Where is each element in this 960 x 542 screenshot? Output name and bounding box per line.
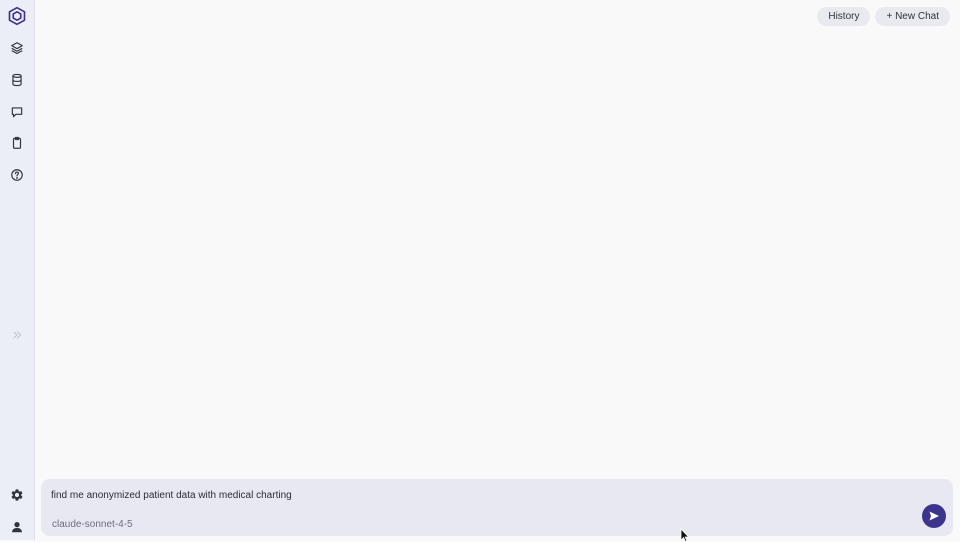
- gear-icon: [11, 489, 23, 501]
- sidebar-item-layers[interactable]: [5, 36, 29, 60]
- send-arrow-icon: [929, 511, 939, 521]
- chat-bubble-icon: [11, 107, 23, 118]
- history-button[interactable]: History: [817, 7, 871, 26]
- send-button[interactable]: [922, 504, 946, 528]
- model-selector[interactable]: claude-sonnet-4-5: [52, 519, 133, 530]
- sidebar-item-help[interactable]: [5, 163, 29, 187]
- help-circle-icon: [11, 169, 23, 181]
- sidebar-item-chat[interactable]: [5, 100, 29, 124]
- account-button[interactable]: [5, 515, 29, 539]
- expand-sidebar-button[interactable]: [5, 323, 29, 347]
- cube-logo-icon: [8, 6, 26, 26]
- clipboard-icon: [12, 136, 22, 149]
- chat-composer: claude-sonnet-4-5: [41, 479, 953, 536]
- sidebar-item-clipboard[interactable]: [5, 131, 29, 155]
- new-chat-button[interactable]: + New Chat: [875, 7, 950, 26]
- layers-icon: [11, 42, 23, 55]
- database-icon: [12, 73, 22, 87]
- header-actions: History + New Chat: [817, 7, 950, 26]
- sidebar-item-database[interactable]: [5, 68, 29, 92]
- sidebar: [0, 0, 35, 540]
- app-logo[interactable]: [5, 4, 29, 28]
- double-chevron-right-icon: [13, 331, 21, 339]
- user-icon: [12, 522, 22, 533]
- chat-input[interactable]: [51, 487, 891, 503]
- settings-button[interactable]: [5, 483, 29, 507]
